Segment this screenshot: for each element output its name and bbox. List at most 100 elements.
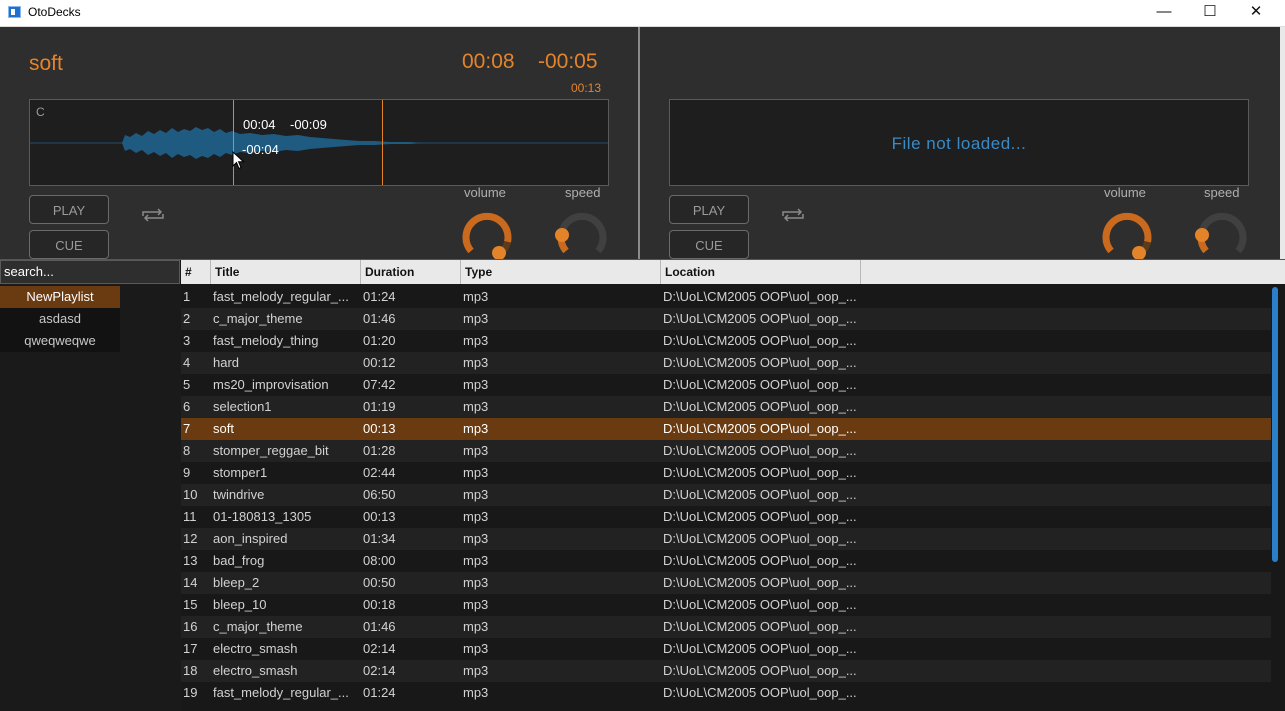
deck-2: File not loaded... PLAY CUE volume speed (640, 27, 1280, 260)
cell-location: D:\UoL\CM2005 OOP\uol_oop_... (663, 531, 857, 546)
table-row[interactable]: 4 hard 00:12 mp3 D:\UoL\CM2005 OOP\uol_oop_.… (181, 352, 1271, 374)
table-row[interactable]: 9 stomper1 02:44 mp3 D:\UoL\CM2005 OOP\uol_o… (181, 462, 1271, 484)
window-titlebar: OtoDecks — ☐ ✕ (0, 0, 1285, 27)
cell-number: 1 (183, 289, 191, 304)
track-table: # Title Duration Type Location 1 fast_mel… (181, 260, 1285, 711)
cell-type: mp3 (463, 333, 489, 348)
cell-duration: 00:13 (363, 421, 396, 436)
cell-duration: 01:19 (363, 399, 396, 414)
deck1-speed-knob[interactable] (552, 207, 612, 267)
deck2-loop-icon[interactable] (780, 207, 806, 223)
cell-title: fast_melody_regular_... (213, 685, 349, 700)
cell-number: 9 (183, 465, 191, 480)
cell-title: stomper1 (213, 465, 268, 480)
deck2-waveform[interactable]: File not loaded... (669, 99, 1249, 186)
deck1-time-total: 00:13 (571, 81, 602, 95)
hover-time-offset: -00:04 (242, 142, 279, 157)
cell-number: 6 (183, 399, 191, 414)
cell-type: mp3 (463, 641, 489, 656)
table-row[interactable]: 5 ms20_improvisation 07:42 mp3 D:\UoL\CM2005… (181, 374, 1271, 396)
search-input[interactable]: search... (0, 260, 180, 284)
cell-location: D:\UoL\CM2005 OOP\uol_oop_... (663, 399, 857, 414)
deck2-speed-knob[interactable] (1192, 207, 1252, 267)
cell-number: 7 (183, 421, 191, 436)
app-icon (8, 6, 21, 18)
deck1-cue-button[interactable]: CUE (29, 230, 109, 259)
cell-type: mp3 (463, 311, 489, 326)
table-row[interactable]: 6 selection1 01:19 mp3 D:\UoL\CM2005 OOP\uol… (181, 396, 1271, 418)
deck1-waveform[interactable]: C 00:04 -00:09 -00:04 (29, 99, 609, 186)
deck1-volume-knob[interactable] (457, 207, 517, 267)
deck1-play-button[interactable]: PLAY (29, 195, 109, 224)
cell-title: bleep_2 (213, 575, 260, 590)
cell-number: 11 (183, 509, 197, 524)
column-header-location[interactable]: Location (661, 260, 861, 284)
waveform-graphic (30, 127, 608, 159)
cell-number: 10 (183, 487, 198, 502)
maximize-button[interactable]: ☐ (1187, 0, 1233, 26)
table-row[interactable]: 7 soft 00:13 mp3 D:\UoL\CM2005 OOP\uol_oop_.… (181, 418, 1271, 440)
cell-location: D:\UoL\CM2005 OOP\uol_oop_... (663, 377, 857, 392)
cell-type: mp3 (463, 531, 489, 546)
cell-type: mp3 (463, 685, 489, 700)
cell-location: D:\UoL\CM2005 OOP\uol_oop_... (663, 487, 857, 502)
cell-title: fast_melody_regular_... (213, 289, 349, 304)
table-row[interactable]: 17 electro_smash 02:14 mp3 D:\UoL\CM2005 OOP… (181, 638, 1271, 660)
cell-type: mp3 (463, 553, 489, 568)
column-header-title[interactable]: Title (211, 260, 361, 284)
cell-type: mp3 (463, 289, 489, 304)
cell-duration: 01:24 (363, 685, 396, 700)
cell-title: soft (213, 421, 234, 436)
table-row[interactable]: 19 fast_melody_regular_... 01:24 mp3 D:\UoL\… (181, 682, 1271, 704)
deck2-cue-button[interactable]: CUE (669, 230, 749, 259)
column-header-type[interactable]: Type (461, 260, 661, 284)
table-row[interactable]: 13 bad_frog 08:00 mp3 D:\UoL\CM2005 OOP\uol_… (181, 550, 1271, 572)
table-row[interactable]: 3 fast_melody_thing 01:20 mp3 D:\UoL\CM2005 … (181, 330, 1271, 352)
table-scrollbar-thumb[interactable] (1272, 287, 1278, 562)
table-row[interactable]: 1 fast_melody_regular_... 01:24 mp3 D:\UoL\C… (181, 286, 1271, 308)
cell-duration: 01:34 (363, 531, 396, 546)
cell-type: mp3 (463, 597, 489, 612)
playlist-item[interactable]: qweqweqwe (0, 330, 120, 352)
cell-type: mp3 (463, 443, 489, 458)
close-button[interactable]: ✕ (1233, 0, 1279, 26)
window-title: OtoDecks (28, 5, 81, 19)
table-row[interactable]: 10 twindrive 06:50 mp3 D:\UoL\CM2005 OOP\uol… (181, 484, 1271, 506)
column-header-number[interactable]: # (181, 260, 211, 284)
mouse-cursor-icon (232, 151, 245, 170)
cell-duration: 02:14 (363, 663, 396, 678)
cell-type: mp3 (463, 663, 489, 678)
cell-type: mp3 (463, 619, 489, 634)
cell-type: mp3 (463, 465, 489, 480)
cell-duration: 08:00 (363, 553, 396, 568)
table-row[interactable]: 2 c_major_theme 01:46 mp3 D:\UoL\CM2005 OOP\… (181, 308, 1271, 330)
playlist-item[interactable]: NewPlaylist (0, 286, 120, 308)
waveform-key-label: C (36, 105, 45, 119)
table-row[interactable]: 18 electro_smash 02:14 mp3 D:\UoL\CM2005 OOP… (181, 660, 1271, 682)
cell-number: 3 (183, 333, 191, 348)
deck2-play-button[interactable]: PLAY (669, 195, 749, 224)
cell-number: 15 (183, 597, 198, 612)
table-row[interactable]: 11 01-180813_1305 00:13 mp3 D:\UoL\CM2005 OO… (181, 506, 1271, 528)
table-row[interactable]: 15 bleep_10 00:18 mp3 D:\UoL\CM2005 OOP\uol_… (181, 594, 1271, 616)
cell-number: 17 (183, 641, 198, 656)
table-row[interactable]: 12 aon_inspired 01:34 mp3 D:\UoL\CM2005 OOP\… (181, 528, 1271, 550)
cell-location: D:\UoL\CM2005 OOP\uol_oop_... (663, 641, 857, 656)
table-row[interactable]: 16 c_major_theme 01:46 mp3 D:\UoL\CM2005 OOP… (181, 616, 1271, 638)
deck1-time-position: 00:08 (462, 50, 515, 73)
current-playhead[interactable] (382, 100, 383, 185)
cell-number: 2 (183, 311, 191, 326)
column-header-duration[interactable]: Duration (361, 260, 461, 284)
minimize-button[interactable]: — (1141, 0, 1187, 26)
cell-location: D:\UoL\CM2005 OOP\uol_oop_... (663, 311, 857, 326)
deck1-loop-icon[interactable] (140, 207, 166, 223)
cell-type: mp3 (463, 399, 489, 414)
cell-location: D:\UoL\CM2005 OOP\uol_oop_... (663, 619, 857, 634)
deck2-volume-knob[interactable] (1097, 207, 1157, 267)
table-row[interactable]: 8 stomper_reggae_bit 01:28 mp3 D:\UoL\CM2005… (181, 440, 1271, 462)
cell-duration: 02:44 (363, 465, 396, 480)
hover-playhead (233, 100, 234, 185)
table-row[interactable]: 14 bleep_2 00:50 mp3 D:\UoL\CM2005 OOP\uol_o… (181, 572, 1271, 594)
table-header: # Title Duration Type Location (181, 260, 1285, 284)
playlist-item[interactable]: asdasd (0, 308, 120, 330)
